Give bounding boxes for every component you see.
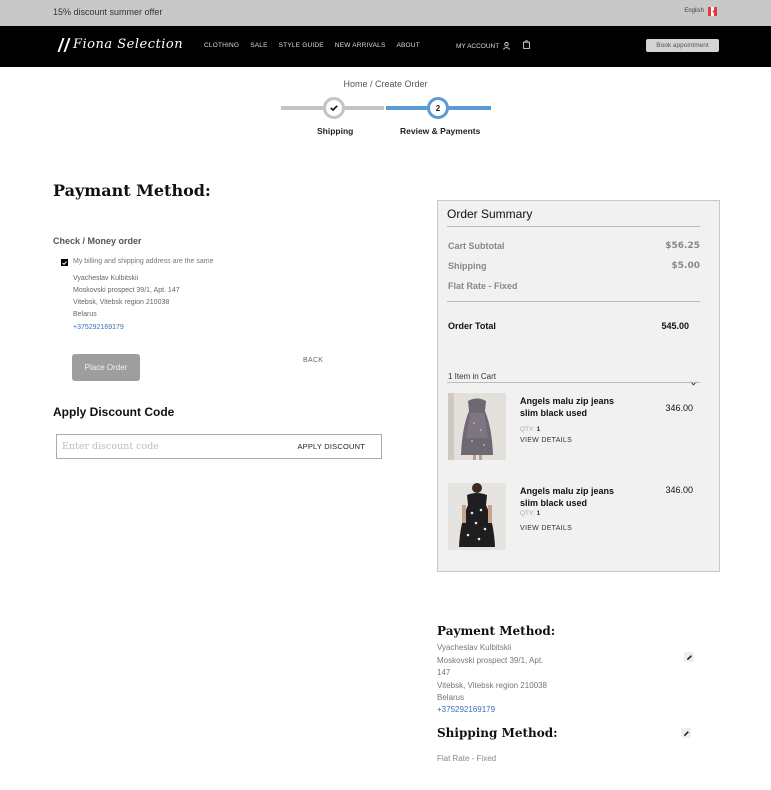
- product-qty: QTY: 1: [520, 510, 541, 517]
- divider: [447, 226, 700, 227]
- my-account-link[interactable]: MY ACCOUNT: [456, 42, 511, 50]
- product-name: Angels malu zip jeans slim black used: [520, 396, 615, 418]
- divider: [447, 382, 700, 383]
- review-city: Vitebsk, Vitebsk region 210038: [437, 681, 548, 690]
- discount-form: APPLY DISCOUNT: [56, 434, 382, 459]
- apply-discount-button[interactable]: APPLY DISCOUNT: [297, 442, 365, 451]
- step-review-label: Review & Payments: [400, 126, 481, 136]
- order-total-label: Order Total: [448, 321, 496, 331]
- billing-country: Belarus: [73, 311, 97, 318]
- order-summary-title: Order Summary: [447, 207, 533, 221]
- review-country: Belarus: [437, 693, 465, 702]
- back-link[interactable]: BACK: [303, 357, 323, 364]
- discount-code-input[interactable]: [62, 439, 282, 454]
- nav-item-sale[interactable]: SALE: [250, 42, 267, 49]
- promo-text: 15% discount summer offer: [53, 7, 163, 17]
- logo-mark-icon: [58, 38, 68, 52]
- shopping-bag-icon[interactable]: [523, 40, 530, 49]
- flat-rate-label: Flat Rate - Fixed: [448, 281, 518, 291]
- logo-text: Fiona Selection: [73, 37, 184, 52]
- canada-flag-icon[interactable]: [708, 7, 718, 16]
- billing-name: Vyacheslav Kulbitskii: [73, 275, 139, 282]
- items-in-cart-toggle[interactable]: 1 Item in Cart: [448, 372, 496, 381]
- view-details-link[interactable]: VIEW DETAILS: [520, 437, 572, 444]
- order-total-value: 545.00: [661, 321, 689, 331]
- user-icon: [503, 42, 511, 50]
- review-name: Vyacheslav Kulbitskii: [437, 643, 512, 652]
- billing-street: Moskovski prospect 39/1, Apt. 147: [73, 287, 180, 294]
- review-phone[interactable]: +375292169179: [437, 705, 495, 714]
- discount-heading: Apply Discount Code: [53, 405, 175, 419]
- breadcrumb[interactable]: Home / Create Order: [0, 79, 771, 89]
- view-details-link[interactable]: VIEW DETAILS: [520, 525, 572, 532]
- book-appointment-button[interactable]: Book appointment: [646, 39, 719, 52]
- product-image[interactable]: [448, 483, 506, 550]
- pencil-icon[interactable]: [681, 728, 691, 738]
- shipping-value: $5.00: [671, 261, 700, 271]
- step-review-indicator: 2: [427, 97, 449, 119]
- pencil-icon[interactable]: [684, 652, 694, 662]
- billing-phone[interactable]: +375292169179: [73, 324, 124, 331]
- product-image[interactable]: [448, 393, 506, 460]
- nav-item-about[interactable]: ABOUT: [396, 42, 419, 49]
- promo-bar: 15% discount summer offer English: [0, 0, 771, 26]
- nav-item-style-guide[interactable]: STYLE GUIDE: [279, 42, 324, 49]
- review-apt: 147: [437, 668, 451, 677]
- language-selector[interactable]: English: [684, 8, 704, 14]
- review-street: Moskovski prospect 39/1, Apt.: [437, 656, 544, 665]
- logo[interactable]: Fiona Selection: [58, 37, 183, 52]
- shipping-label: Shipping: [448, 261, 487, 271]
- checkmark-icon: [330, 105, 338, 111]
- product-price: 346.00: [665, 403, 693, 413]
- billing-same-label: My billing and shipping address are the …: [73, 258, 214, 265]
- billing-same-checkbox[interactable]: [61, 259, 68, 266]
- review-payment-heading: Payment Method:: [437, 624, 556, 638]
- main-nav: CLOTHING SALE STYLE GUIDE NEW ARRIVALS A…: [204, 42, 420, 49]
- site-header: Fiona Selection CLOTHING SALE STYLE GUID…: [0, 26, 771, 67]
- review-shipping-method: Flat Rate - Fixed: [437, 754, 497, 763]
- nav-item-clothing[interactable]: CLOTHING: [204, 42, 239, 49]
- product-price: 346.00: [665, 485, 693, 495]
- divider: [447, 301, 700, 302]
- cart-subtotal-label: Cart Subtotal: [448, 241, 505, 251]
- payment-option-check[interactable]: Check / Money order: [53, 236, 142, 246]
- step-shipping-label[interactable]: Shipping: [317, 126, 353, 136]
- product-qty: QTY: 1: [520, 426, 541, 433]
- billing-city: Vitebsk, Vitebsk region 210038: [73, 299, 170, 306]
- nav-item-new-arrivals[interactable]: NEW ARRIVALS: [335, 42, 386, 49]
- place-order-button[interactable]: Place Order: [72, 354, 140, 381]
- cart-subtotal-value: $56.25: [665, 241, 700, 251]
- product-name: Angels malu zip jeans slim black used: [520, 486, 615, 508]
- payment-method-heading: Paymant Method:: [53, 181, 211, 200]
- step-shipping-indicator[interactable]: [323, 97, 345, 119]
- review-shipping-heading: Shipping Method:: [437, 726, 558, 740]
- my-account-label: MY ACCOUNT: [456, 42, 500, 50]
- order-summary-panel: Order Summary Cart Subtotal $56.25 Shipp…: [437, 200, 720, 572]
